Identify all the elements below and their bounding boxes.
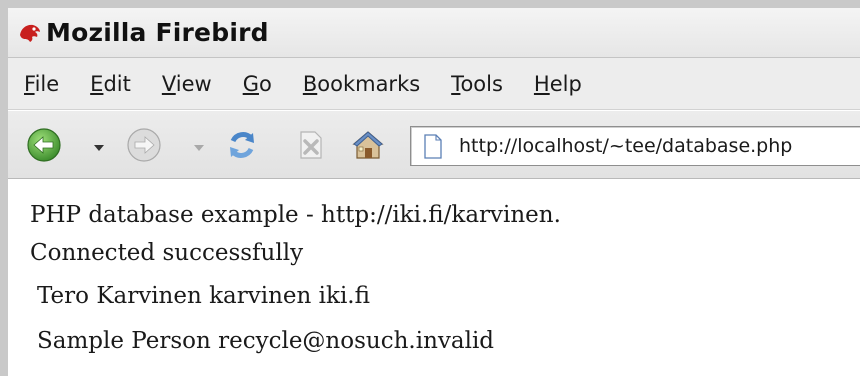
menu-bar: File Edit View Go Bookmarks Tools Help [8,58,860,110]
page-heading: PHP database example - http://iki.fi/kar… [30,202,561,228]
firebird-logo-icon [18,21,42,45]
title-bar[interactable]: Mozilla Firebird [8,8,860,58]
reload-button[interactable] [224,127,260,163]
menu-file[interactable]: File [24,72,59,96]
connection-status: Connected successfully [30,240,304,266]
home-button[interactable] [350,127,386,163]
forward-button[interactable] [126,127,162,163]
forward-icon [127,128,161,162]
forward-dropdown-button[interactable] [192,139,206,151]
menu-view[interactable]: View [162,72,212,96]
page-content: PHP database example - http://iki.fi/kar… [8,180,860,376]
stop-button[interactable] [292,127,328,163]
stop-icon [300,131,322,159]
menu-tools[interactable]: Tools [451,72,503,96]
navigation-toolbar: http://localhost/~tee/database.php [8,111,860,179]
table-row: Sample Person recycle@nosuch.invalid [37,328,495,354]
menu-go[interactable]: Go [243,72,272,96]
back-dropdown-icon [94,145,104,151]
table-row: Tero Karvinen karvinen iki.fi [37,283,370,309]
window-title: Mozilla Firebird [46,18,269,47]
menu-help[interactable]: Help [534,72,582,96]
menu-bookmarks[interactable]: Bookmarks [303,72,420,96]
reload-icon [230,132,254,158]
url-bar[interactable]: http://localhost/~tee/database.php [410,126,860,166]
back-dropdown-button[interactable] [92,139,106,151]
back-button[interactable] [26,127,62,163]
url-input[interactable]: http://localhost/~tee/database.php [459,135,792,157]
home-icon [352,131,384,159]
page-icon [423,134,443,159]
back-icon [27,128,61,162]
forward-dropdown-icon [194,145,204,151]
menu-edit[interactable]: Edit [90,72,131,96]
browser-window: Mozilla Firebird File Edit View Go Bookm… [0,0,860,376]
